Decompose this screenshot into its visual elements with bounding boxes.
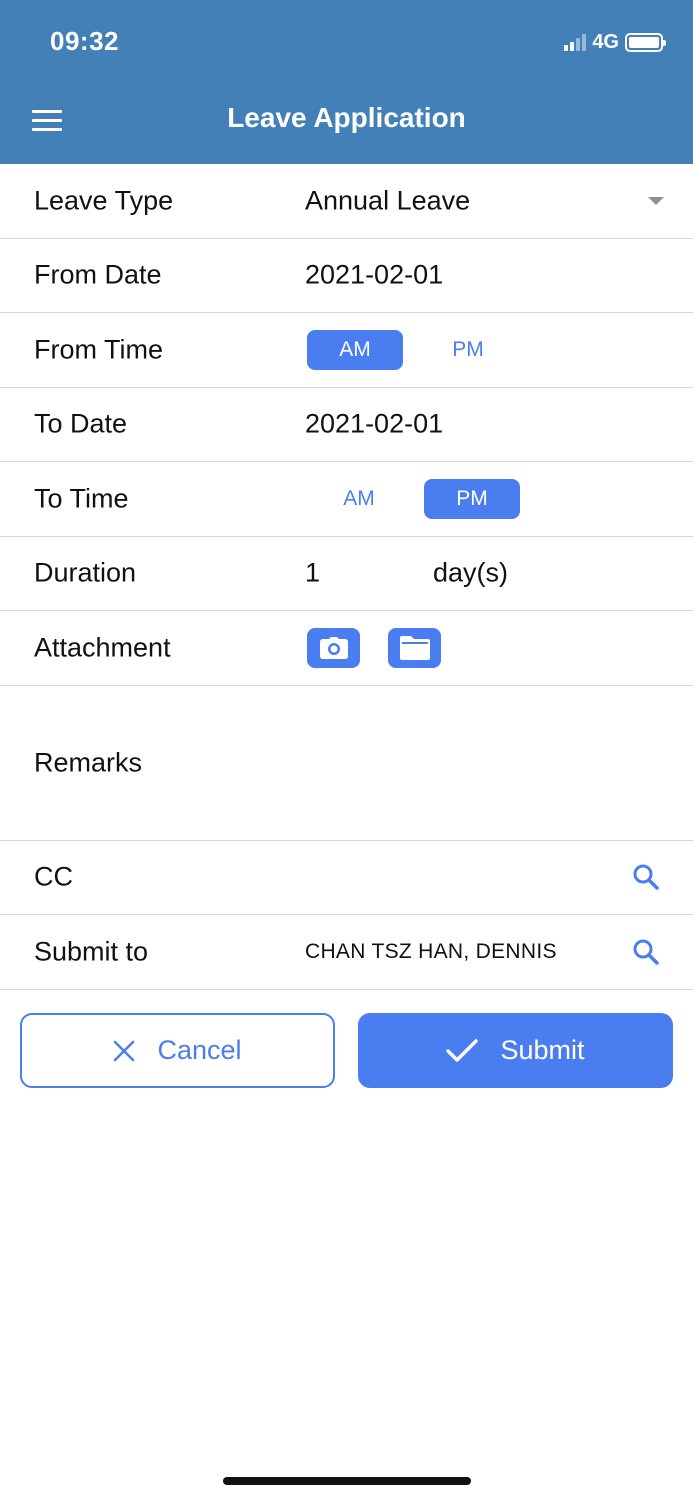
- from-date-row: From Date 2021-02-01: [0, 239, 693, 313]
- from-time-row: From Time AM PM: [0, 313, 693, 388]
- status-time: 09:32: [50, 26, 119, 56]
- to-date-label: To Date: [34, 408, 128, 439]
- from-date-label: From Date: [34, 259, 162, 290]
- to-time-pm-button[interactable]: PM: [424, 478, 520, 519]
- duration-label: Duration: [34, 557, 137, 588]
- page-title: Leave Application: [227, 102, 466, 133]
- leave-type-label: Leave Type: [34, 185, 174, 216]
- cc-label: CC: [34, 861, 73, 892]
- duration-unit: day(s): [433, 557, 509, 588]
- duration-value[interactable]: 1: [305, 558, 320, 589]
- attachment-row: Attachment: [0, 611, 693, 686]
- battery-icon: [625, 32, 666, 52]
- home-indicator: [223, 1477, 471, 1485]
- to-date-field[interactable]: 2021-02-01: [305, 409, 443, 440]
- leave-form: Leave Type Annual Leave From Date 2021-0…: [0, 164, 693, 990]
- to-date-row: To Date 2021-02-01: [0, 388, 693, 462]
- check-icon: [446, 1038, 479, 1062]
- from-time-am-button[interactable]: AM: [307, 329, 403, 370]
- from-time-pm-button[interactable]: PM: [420, 330, 516, 370]
- from-date-field[interactable]: 2021-02-01: [305, 260, 443, 291]
- close-icon: [114, 1040, 135, 1061]
- dropdown-caret-icon[interactable]: [648, 196, 664, 205]
- attachment-label: Attachment: [34, 632, 171, 663]
- app-header: 09:32 4G Leave Application: [0, 0, 693, 164]
- camera-icon[interactable]: [307, 627, 360, 668]
- submit-label: Submit: [500, 1035, 585, 1065]
- leave-type-row[interactable]: Leave Type Annual Leave: [0, 164, 693, 239]
- submit-to-row: Submit to CHAN TSZ HAN, DENNIS: [0, 915, 693, 990]
- submit-to-label: Submit to: [34, 936, 149, 967]
- duration-row: Duration 1 day(s): [0, 537, 693, 611]
- submit-to-value[interactable]: CHAN TSZ HAN, DENNIS: [305, 940, 557, 964]
- to-time-label: To Time: [34, 483, 129, 514]
- action-buttons: Cancel Submit: [0, 1013, 693, 1088]
- remarks-row[interactable]: Remarks: [0, 686, 693, 841]
- from-time-label: From Time: [34, 334, 164, 365]
- cc-search-icon[interactable]: [632, 863, 660, 891]
- cancel-button[interactable]: Cancel: [20, 1013, 335, 1088]
- to-time-am-button[interactable]: AM: [311, 479, 407, 519]
- status-indicators: 4G: [564, 30, 666, 54]
- remarks-label: Remarks: [34, 747, 143, 777]
- submit-to-search-icon[interactable]: [632, 938, 660, 966]
- leave-type-select[interactable]: Annual Leave: [305, 185, 470, 216]
- submit-button[interactable]: Submit: [358, 1013, 673, 1088]
- cancel-label: Cancel: [157, 1035, 242, 1065]
- signal-icon: [564, 33, 587, 51]
- network-type: 4G: [592, 30, 619, 53]
- cc-row: CC: [0, 841, 693, 915]
- to-time-row: To Time AM PM: [0, 462, 693, 537]
- folder-icon[interactable]: [388, 627, 441, 668]
